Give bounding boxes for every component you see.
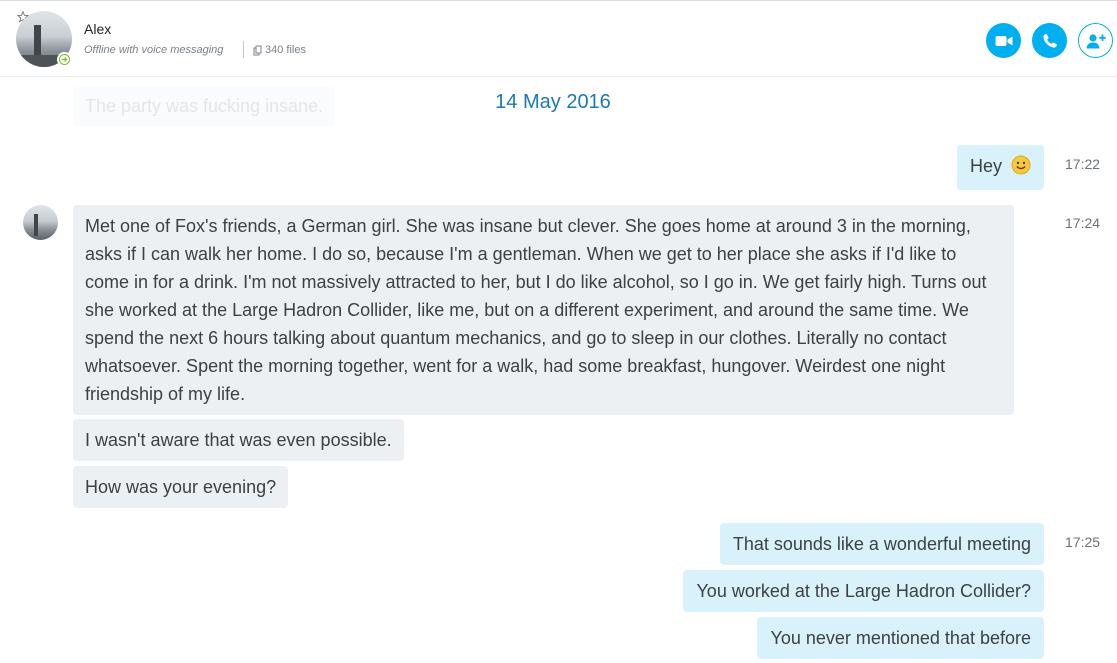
message-text: I wasn't aware that was even possible. (85, 430, 392, 450)
incoming-message[interactable]: How was your evening? (73, 466, 289, 508)
message-timestamp: 17:22 (1065, 156, 1101, 172)
files-count: 340 files (265, 44, 306, 56)
shared-files-link[interactable]: 340 files (253, 44, 306, 56)
message-list[interactable]: The party was fucking insane. 14 May 201… (0, 77, 1117, 663)
conversation-header: Alex Offline with voice messaging 340 fi… (0, 0, 1117, 77)
sender-avatar[interactable] (23, 205, 58, 240)
add-participant-button[interactable] (1078, 23, 1113, 58)
add-person-icon (1086, 33, 1106, 48)
contact-name[interactable]: Alex (84, 21, 111, 37)
message-timestamp: 17:24 (1065, 215, 1101, 231)
files-icon (253, 45, 262, 55)
message-text: Hey (969, 156, 1002, 176)
presence-indicator (57, 52, 72, 67)
date-separator: 14 May 2016 (495, 91, 611, 113)
incoming-message[interactable]: Met one of Fox's friends, a German girl.… (73, 205, 1014, 415)
message-timestamp: 17:25 (1065, 534, 1101, 550)
audio-call-button[interactable] (1032, 23, 1067, 58)
chat-window: Alex Offline with voice messaging 340 fi… (0, 0, 1117, 663)
message-text: Met one of Fox's friends, a German girl.… (85, 216, 987, 404)
outgoing-message[interactable]: You never mentioned that before (757, 617, 1044, 659)
contact-status: Offline with voice messaging (84, 44, 224, 56)
video-call-button[interactable] (986, 23, 1021, 58)
message-text: You never mentioned that before (770, 628, 1031, 648)
video-camera-icon (995, 35, 1012, 46)
divider (243, 41, 244, 58)
arrow-right-icon (61, 57, 68, 62)
smiley-emoji-icon (1011, 155, 1031, 175)
outgoing-message[interactable]: Hey (956, 145, 1044, 190)
phone-icon (1042, 33, 1057, 48)
outgoing-message[interactable]: That sounds like a wonderful meeting (719, 523, 1044, 565)
message-text: How was your evening? (85, 477, 277, 497)
incoming-message[interactable]: I wasn't aware that was even possible. (73, 419, 404, 461)
message-text: That sounds like a wonderful meeting (732, 534, 1031, 554)
outgoing-message[interactable]: You worked at the Large Hadron Collider? (683, 570, 1044, 612)
message-text: You worked at the Large Hadron Collider? (696, 581, 1031, 601)
